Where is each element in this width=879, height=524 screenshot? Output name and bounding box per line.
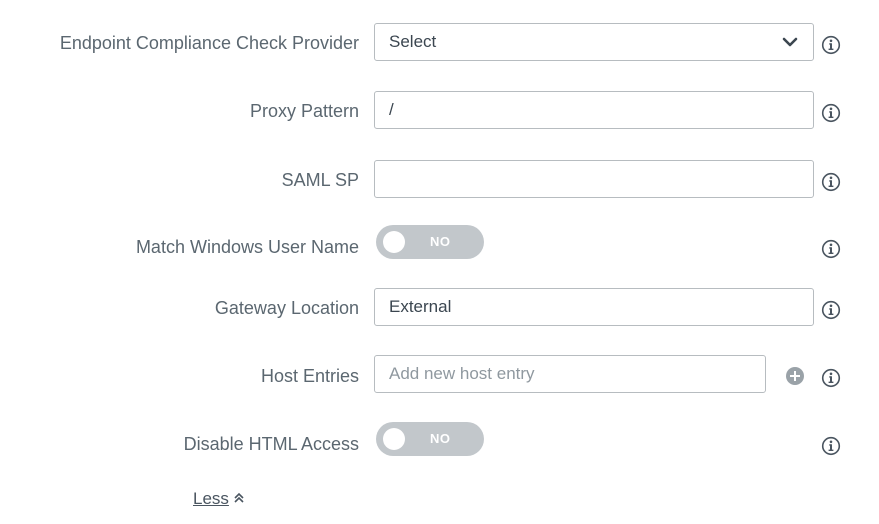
toggle-state-text: NO — [430, 234, 451, 249]
saml-sp-label: SAML SP — [281, 170, 359, 190]
toggle-knob — [383, 231, 405, 253]
saml-sp-input[interactable] — [389, 169, 799, 189]
info-icon[interactable] — [821, 300, 841, 320]
info-icon[interactable] — [821, 436, 841, 456]
match-windows-user-name-label: Match Windows User Name — [135, 237, 359, 257]
gateway-location-input[interactable] — [389, 297, 799, 317]
host-entries-field[interactable] — [374, 355, 766, 393]
disable-html-access-label: Disable HTML Access — [183, 434, 359, 454]
gateway-location-label: Gateway Location — [214, 298, 359, 318]
gateway-location-field[interactable] — [374, 288, 814, 326]
toggle-knob — [383, 428, 405, 450]
endpoint-provider-value: Select — [389, 32, 437, 51]
info-icon[interactable] — [821, 35, 841, 55]
chevron-down-icon — [781, 33, 799, 51]
proxy-pattern-label: Proxy Pattern — [249, 101, 359, 121]
toggle-state-text: NO — [430, 431, 451, 446]
proxy-pattern-field[interactable] — [374, 91, 814, 129]
info-icon[interactable] — [821, 103, 841, 123]
host-entries-label: Host Entries — [260, 366, 359, 386]
proxy-pattern-input[interactable] — [389, 100, 799, 120]
info-icon[interactable] — [821, 172, 841, 192]
match-windows-user-name-toggle[interactable]: NO — [376, 225, 484, 259]
less-link-label: Less — [193, 489, 229, 508]
endpoint-provider-select[interactable]: Select — [374, 23, 814, 61]
host-entries-input[interactable] — [389, 364, 751, 384]
double-chevron-up-icon — [233, 489, 245, 509]
info-icon[interactable] — [821, 239, 841, 259]
endpoint-provider-label: Endpoint Compliance Check Provider — [59, 33, 359, 53]
info-icon[interactable] — [821, 368, 841, 388]
less-link[interactable]: Less — [193, 489, 245, 509]
add-host-entry-icon[interactable] — [785, 366, 805, 386]
disable-html-access-toggle[interactable]: NO — [376, 422, 484, 456]
saml-sp-field[interactable] — [374, 160, 814, 198]
